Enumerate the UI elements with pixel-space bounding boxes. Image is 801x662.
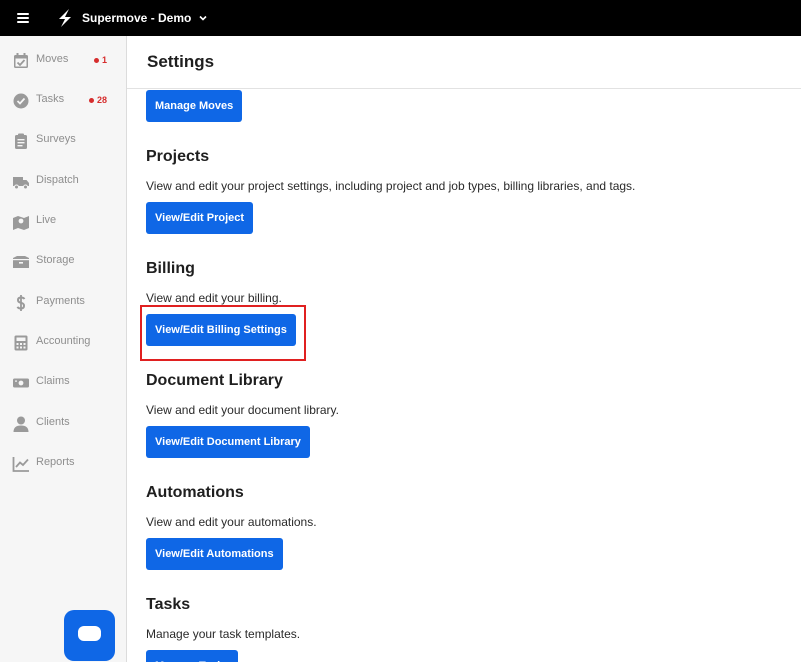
top-bar: Supermove - Demo <box>0 0 801 36</box>
badge-dot <box>89 97 94 103</box>
badge-dot <box>94 57 99 63</box>
chevron-down-icon <box>199 15 207 21</box>
section-heading-billing: Billing <box>146 260 195 277</box>
clipboard-icon <box>15 133 27 149</box>
organization-switcher[interactable]: Supermove - Demo <box>82 0 208 36</box>
sidebar-item-live[interactable]: Live <box>0 205 126 239</box>
sidebar-item-label: Claims <box>36 375 70 387</box>
sidebar-item-label: Reports <box>36 456 75 468</box>
chart-line-icon <box>12 457 29 472</box>
money-bill-icon <box>13 378 29 388</box>
sidebar-item-payments[interactable]: Payments <box>0 286 126 320</box>
view-edit-document-library-button[interactable]: View/Edit Document Library <box>146 426 310 458</box>
section-heading-projects: Projects <box>146 148 210 165</box>
section-heading-automations: Automations <box>146 484 244 501</box>
sidebar-item-label: Dispatch <box>36 174 79 186</box>
page-title: Settings <box>147 52 215 71</box>
sidebar-item-label: Moves <box>36 53 69 65</box>
sidebar-item-tasks[interactable]: Tasks 28 <box>0 84 126 118</box>
sidebar-item-storage[interactable]: Storage <box>0 245 126 279</box>
section-heading-document-library: Document Library <box>146 372 283 389</box>
sidebar-item-accounting[interactable]: Accounting <box>0 326 126 360</box>
chat-button[interactable] <box>64 610 115 661</box>
check-circle-icon <box>13 93 29 109</box>
notification-badge: 1 <box>94 55 107 65</box>
sidebar-item-dispatch[interactable]: Dispatch <box>0 165 126 199</box>
truck-icon <box>13 177 29 190</box>
section-description-automations: View and edit your automations. <box>146 515 317 529</box>
section-description-projects: View and edit your project settings, inc… <box>146 179 636 193</box>
box-icon <box>13 256 29 268</box>
map-icon <box>13 216 29 230</box>
section-heading-tasks: Tasks <box>146 596 191 613</box>
sidebar-item-surveys[interactable]: Surveys <box>0 124 126 158</box>
calendar-check-icon <box>14 53 28 68</box>
chat-bubble-icon <box>78 626 101 641</box>
sidebar-item-label: Storage <box>36 254 75 266</box>
manage-tasks-button[interactable]: Manage Tasks <box>146 650 239 662</box>
sidebar-item-label: Live <box>36 214 57 226</box>
dollar-icon <box>16 295 26 311</box>
view-edit-billing-settings-button[interactable]: View/Edit Billing Settings <box>146 314 296 346</box>
user-icon <box>13 416 29 432</box>
sidebar-item-label: Tasks <box>36 93 65 105</box>
sidebar: Moves 1 Tasks 28 Surveys Dispatch Live S… <box>0 36 127 662</box>
notification-badge: 28 <box>89 95 107 105</box>
view-edit-project-button[interactable]: View/Edit Project <box>146 202 254 234</box>
sidebar-item-label: Clients <box>36 416 70 428</box>
manage-moves-button[interactable]: Manage Moves <box>146 90 243 122</box>
badge-count: 28 <box>97 95 108 105</box>
settings-sections[interactable]: Manage Moves Projects View and edit your… <box>127 89 801 662</box>
sidebar-item-clients[interactable]: Clients <box>0 407 126 441</box>
section-description-tasks: Manage your task templates. <box>146 627 301 641</box>
sidebar-item-reports[interactable]: Reports <box>0 447 126 481</box>
view-edit-automations-button[interactable]: View/Edit Automations <box>146 538 283 570</box>
sidebar-item-label: Surveys <box>36 133 76 145</box>
sidebar-item-claims[interactable]: Claims <box>0 366 126 400</box>
section-description-document-library: View and edit your document library. <box>146 403 339 417</box>
main-content: Settings Manage Moves Projects View and … <box>127 36 801 662</box>
sidebar-item-label: Accounting <box>36 335 91 347</box>
supermove-logo[interactable] <box>56 8 74 28</box>
organization-name: Supermove - Demo <box>82 11 192 25</box>
calculator-icon <box>14 335 28 351</box>
badge-count: 1 <box>102 55 108 65</box>
sidebar-item-label: Payments <box>36 295 85 307</box>
sidebar-item-moves[interactable]: Moves 1 <box>0 44 126 78</box>
section-description-billing: View and edit your billing. <box>146 291 282 305</box>
hamburger-icon[interactable] <box>13 10 33 26</box>
